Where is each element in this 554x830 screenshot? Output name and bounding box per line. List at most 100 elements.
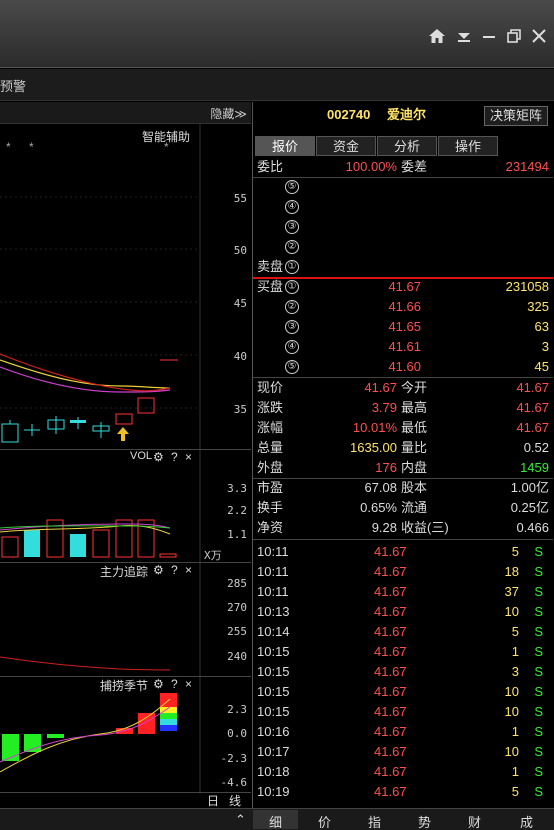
tick-row[interactable]: 10:15 41.67 1 S [253,642,553,662]
season-bar [160,719,177,725]
tick-time: 10:11 [257,564,289,579]
fund-label: 流通 [401,500,428,515]
weibi-row: 委比 100.00% 委差 231494 [253,157,553,177]
level-badge: ④ [285,340,299,354]
decision-matrix-button[interactable]: 决策矩阵 [484,106,549,126]
tick-volume: 10 [504,684,519,699]
sell-level-row[interactable]: ⑤ [253,177,553,197]
level-badge: ① [285,260,299,274]
ma-line-purple [0,366,171,393]
tick-row[interactable]: 10:15 41.67 10 S [253,702,553,722]
close-icon[interactable] [530,27,548,45]
chart-area[interactable]: 隐藏≫ 智能辅助 * * * 55 50 45 40 35 VOL ⚙ ? × … [0,102,251,808]
season-chart[interactable] [0,677,251,794]
fund-label: 市盈 [257,480,284,495]
main-tracking-chart[interactable] [0,563,251,676]
tick-side: S [534,764,543,779]
hide-button[interactable]: 隐藏≫ [210,105,247,122]
bottom-tab-bar: ⌃ 细 价 指 势 财 成 [0,808,554,830]
tab-deals[interactable]: 成 [520,812,533,830]
tick-volume: 10 [504,704,519,719]
buy-level-row[interactable]: ③ 41.65 63 [253,317,553,337]
tick-row[interactable]: 10:14 41.67 5 S [253,622,553,642]
tick-side: S [534,784,543,799]
tick-side: S [534,704,543,719]
period-line-button[interactable]: 线 [229,792,241,809]
main-axis-label: 285 [227,577,247,590]
buy-level-row[interactable]: ② 41.66 325 [253,297,553,317]
tick-price: 41.67 [374,584,407,599]
main-axis-label: 240 [227,650,247,663]
vol-bar [137,519,155,558]
tab-quote[interactable]: 报价 [255,136,315,156]
stat-label: 最高 [401,400,428,415]
price-axis-label: 55 [233,192,247,205]
tick-side: S [534,684,543,699]
period-day-button[interactable]: 日 [207,792,219,809]
candle [115,413,133,425]
tick-row[interactable]: 10:11 41.67 18 S [253,562,553,582]
level-badge: ③ [285,320,299,334]
tab-funds[interactable]: 资金 [316,136,376,156]
buy-price: 41.61 [388,339,421,354]
buy-level-row[interactable]: ⑤ 41.60 45 [253,357,553,377]
vol-chart[interactable] [0,450,251,562]
stat-label: 最低 [401,420,428,435]
tick-time: 10:15 [257,664,290,679]
buy-arrow-icon [117,427,129,441]
sell-level-row[interactable]: 卖盘 ① [253,257,553,277]
tick-volume: 3 [511,664,519,679]
tab-operation[interactable]: 操作 [438,136,498,156]
secondary-toolbar: 预警 [0,69,554,101]
home-icon[interactable] [428,27,446,45]
main-axis-label: 270 [227,601,247,614]
season-bar [160,713,177,719]
tick-row[interactable]: 10:11 41.67 37 S [253,582,553,602]
tick-time: 10:15 [257,644,290,659]
tick-row[interactable]: 10:16 41.67 1 S [253,722,553,742]
tick-price: 41.67 [374,784,407,799]
sell-level-row[interactable]: ② [253,237,553,257]
kline-chart[interactable] [0,124,251,452]
season-bar [160,725,177,731]
stat-value: 10.01% [352,420,397,435]
sell-level-row[interactable]: ③ [253,217,553,237]
buy-level-row[interactable]: ④ 41.61 3 [253,337,553,357]
alert-label[interactable]: 预警 [0,76,26,95]
buy-level-row[interactable]: 买盘 ① 41.67 231058 [253,277,553,297]
tick-price: 41.67 [374,644,407,659]
minimize-icon[interactable] [480,27,498,45]
tick-row[interactable]: 10:17 41.67 10 S [253,742,553,762]
tick-price: 41.67 [374,744,407,759]
tick-row[interactable]: 10:11 41.67 5 S [253,542,553,562]
weibi-value: 100.00% [345,159,397,174]
tick-time: 10:11 [257,544,289,559]
dropdown-icon[interactable] [455,27,473,45]
fund-value: 9.28 [371,520,397,535]
price-axis-label: 35 [233,403,247,416]
tick-row[interactable]: 10:19 41.67 5 S [253,782,553,802]
chart-header: 隐藏≫ [0,102,251,124]
tick-row[interactable]: 10:15 41.67 10 S [253,682,553,702]
stat-value: 1635.00 [350,440,397,455]
quote-panel: 002740 爱迪尔 决策矩阵 报价 资金 分析 操作 委比 100.00% 委… [252,102,554,808]
tick-row[interactable]: 10:18 41.67 1 S [253,762,553,782]
tab-price[interactable]: 价 [318,812,331,830]
tab-index[interactable]: 指 [368,812,381,830]
stat-label: 总量 [257,440,284,455]
tab-analysis[interactable]: 分析 [377,136,437,156]
tab-finance[interactable]: 财 [468,812,481,830]
sell-level-row[interactable]: ④ [253,197,553,217]
restore-icon[interactable] [505,27,523,45]
season-axis-label: -4.6 [220,776,248,789]
tick-row[interactable]: 10:13 41.67 10 S [253,602,553,622]
tab-detail[interactable]: 细 [253,810,298,830]
stat-label: 涨幅 [257,420,284,435]
tick-time: 10:19 [257,784,290,799]
stat-label: 内盘 [401,460,428,475]
level-badge: ① [285,280,299,294]
weibi-label: 委比 [257,159,284,174]
tab-trend[interactable]: 势 [418,812,431,830]
collapse-up-icon[interactable]: ⌃ [235,812,246,828]
tick-row[interactable]: 10:15 41.67 3 S [253,662,553,682]
